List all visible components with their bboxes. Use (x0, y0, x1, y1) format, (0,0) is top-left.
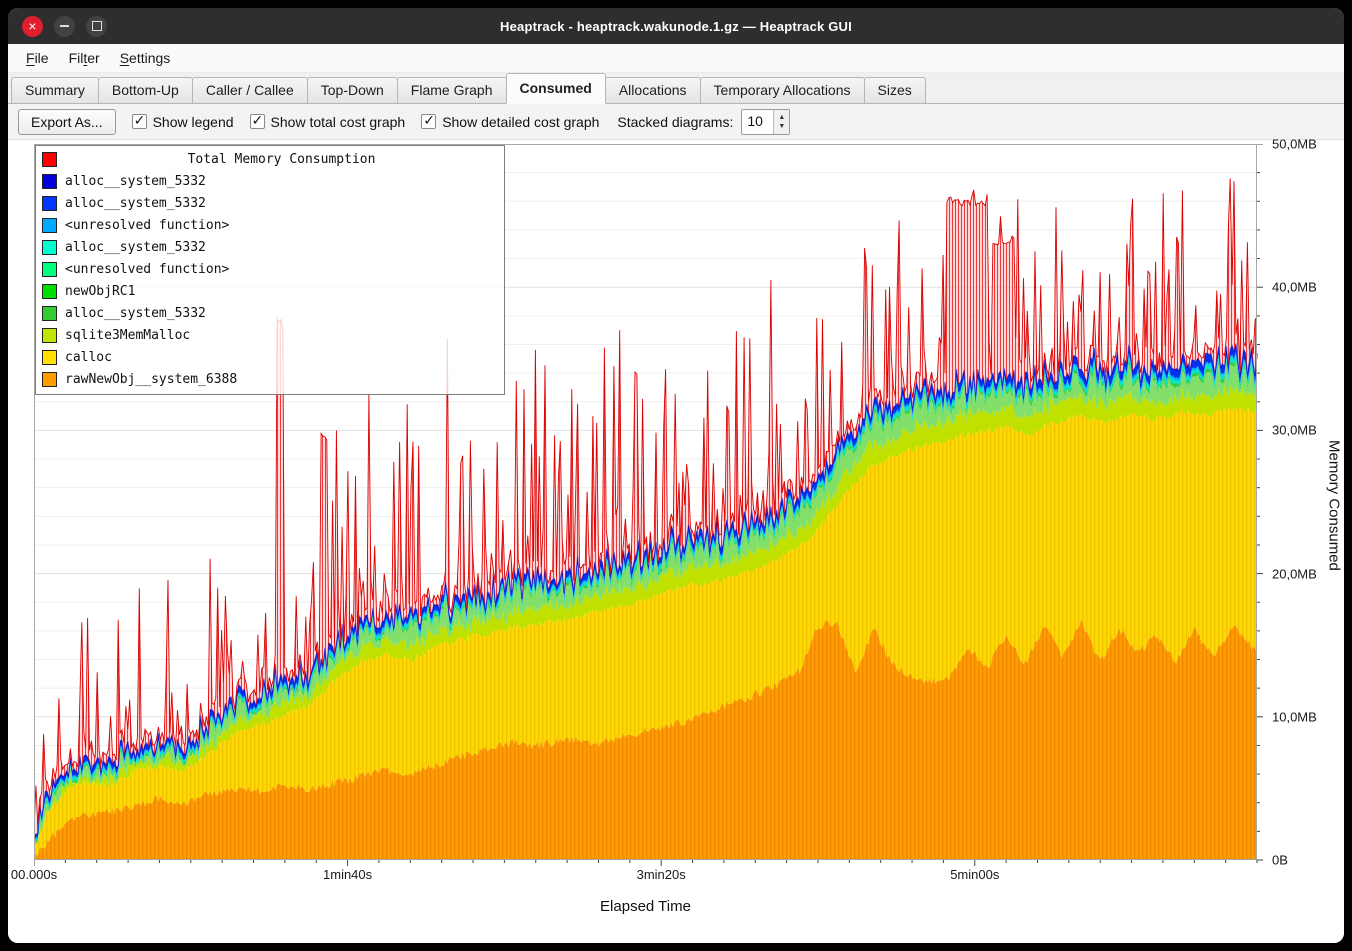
tab-bottom-up[interactable]: Bottom-Up (98, 77, 193, 103)
spinbox-up-arrow[interactable]: ▲ (778, 113, 785, 122)
tab-consumed[interactable]: Consumed (506, 73, 606, 104)
legend-title-row: Total Memory Consumption (36, 148, 504, 170)
y-axis-title: Memory Consumed (1324, 144, 1344, 866)
chart-area: Total Memory Consumption alloc__system_53… (8, 140, 1344, 943)
toolbar-checkboxes: Show legend Show total cost graph Show det… (132, 114, 600, 130)
maximize-button[interactable] (86, 16, 107, 37)
legend-entry-label: alloc__system_5332 (65, 240, 206, 255)
legend-entry-label: alloc__system_5332 (65, 306, 206, 321)
minimize-icon (60, 25, 69, 27)
legend-entry-rawnewobj-system-6388: rawNewObj__system_6388 (36, 368, 504, 390)
tab-allocations[interactable]: Allocations (605, 77, 701, 103)
tab-caller-callee[interactable]: Caller / Callee (192, 77, 308, 103)
checkbox-show-detailed-cost-graph[interactable]: Show detailed cost graph (421, 114, 599, 130)
legend-entry-label: sqlite3MemMalloc (65, 328, 190, 343)
legend-swatch (42, 174, 57, 189)
window-title: Heaptrack - heaptrack.wakunode.1.gz — He… (8, 19, 1344, 34)
legend-entry-label: rawNewObj__system_6388 (65, 372, 237, 387)
x-axis-labels: 00.000s1min40s3min20s5min00s (34, 867, 1263, 885)
y-tick-label: 40,0MB (1272, 280, 1317, 295)
legend-swatch (42, 306, 57, 321)
legend-entry-calloc: calloc (36, 346, 504, 368)
y-tick-label: 50,0MB (1272, 137, 1317, 152)
checkbox-box[interactable] (250, 114, 265, 129)
legend-entry-alloc-system-5332: alloc__system_5332 (36, 302, 504, 324)
tab-bar: SummaryBottom-UpCaller / CalleeTop-DownF… (8, 73, 1344, 104)
checkbox-show-total-cost-graph[interactable]: Show total cost graph (250, 114, 406, 130)
checkbox-box[interactable] (421, 114, 436, 129)
x-tick-label: 3min20s (637, 867, 686, 882)
spinbox-down-arrow[interactable]: ▼ (778, 122, 785, 131)
tab-temporary-allocations[interactable]: Temporary Allocations (700, 77, 865, 103)
legend-entry-label: <unresolved function> (65, 262, 229, 277)
legend-entry-alloc-system-5332: alloc__system_5332 (36, 170, 504, 192)
close-icon: × (28, 19, 36, 33)
legend-entry-label: <unresolved function> (65, 218, 229, 233)
legend-entry-newobjrc1: newObjRC1 (36, 280, 504, 302)
checkbox-label: Show total cost graph (271, 114, 406, 130)
stacked-diagrams-spinbox[interactable]: 10 ▲ ▼ (741, 109, 790, 135)
heaptrack-window: × Heaptrack - heaptrack.wakunode.1.gz — … (8, 8, 1344, 943)
checkbox-box[interactable] (132, 114, 147, 129)
x-tick-label: 5min00s (950, 867, 999, 882)
window-controls: × (22, 8, 107, 44)
legend-swatch (42, 218, 57, 233)
menu-filter[interactable]: Filter (59, 46, 110, 70)
legend-entry-label: alloc__system_5332 (65, 174, 206, 189)
tab-flame-graph[interactable]: Flame Graph (397, 77, 507, 103)
legend-swatch (42, 350, 57, 365)
tab-sizes[interactable]: Sizes (864, 77, 926, 103)
legend-entry-sqlite3memmalloc: sqlite3MemMalloc (36, 324, 504, 346)
legend-swatch (42, 284, 57, 299)
x-tick-label: 1min40s (323, 867, 372, 882)
tab-top-down[interactable]: Top-Down (307, 77, 398, 103)
titlebar[interactable]: × Heaptrack - heaptrack.wakunode.1.gz — … (8, 8, 1344, 44)
legend-swatch (42, 372, 57, 387)
legend-entry-unresolved-function: <unresolved function> (36, 214, 504, 236)
maximize-icon (92, 21, 102, 31)
y-tick-label: 30,0MB (1272, 423, 1317, 438)
y-tick-label: 20,0MB (1272, 566, 1317, 581)
x-axis-title: Elapsed Time (34, 898, 1257, 915)
y-tick-label: 0B (1272, 853, 1288, 868)
legend-entry-alloc-system-5332: alloc__system_5332 (36, 192, 504, 214)
legend-entry-unresolved-function: <unresolved function> (36, 258, 504, 280)
legend-entry-label: newObjRC1 (65, 284, 135, 299)
menu-settings[interactable]: Settings (110, 46, 181, 70)
legend-swatch (42, 262, 57, 277)
plot-area[interactable]: Total Memory Consumption alloc__system_53… (34, 144, 1263, 866)
chart-legend: Total Memory Consumption alloc__system_53… (35, 145, 505, 395)
checkbox-label: Show detailed cost graph (442, 114, 599, 130)
checkbox-show-legend[interactable]: Show legend (132, 114, 234, 130)
x-tick-label: 00.000s (11, 867, 57, 882)
menu-file[interactable]: File (16, 46, 59, 70)
legend-entry-label: calloc (65, 350, 112, 365)
legend-swatch (42, 328, 57, 343)
checkbox-label: Show legend (153, 114, 234, 130)
legend-title: Total Memory Consumption (65, 152, 498, 167)
tab-summary[interactable]: Summary (11, 77, 99, 103)
close-button[interactable]: × (22, 16, 43, 37)
legend-entry-alloc-system-5332: alloc__system_5332 (36, 236, 504, 258)
y-tick-label: 10,0MB (1272, 709, 1317, 724)
legend-title-swatch (42, 152, 57, 167)
stacked-diagrams-label: Stacked diagrams: (617, 114, 733, 130)
legend-swatch (42, 196, 57, 211)
spinbox-buttons: ▲ ▼ (773, 110, 789, 134)
spinbox-value: 10 (742, 110, 773, 134)
minimize-button[interactable] (54, 16, 75, 37)
y-axis-labels: 0B10,0MB20,0MB30,0MB40,0MB50,0MB (1263, 144, 1325, 866)
toolbar: Export As... Show legend Show total cost … (8, 104, 1344, 140)
legend-entry-label: alloc__system_5332 (65, 196, 206, 211)
legend-swatch (42, 240, 57, 255)
menubar: FileFilterSettings (8, 44, 1344, 73)
export-as-button[interactable]: Export As... (18, 109, 116, 135)
